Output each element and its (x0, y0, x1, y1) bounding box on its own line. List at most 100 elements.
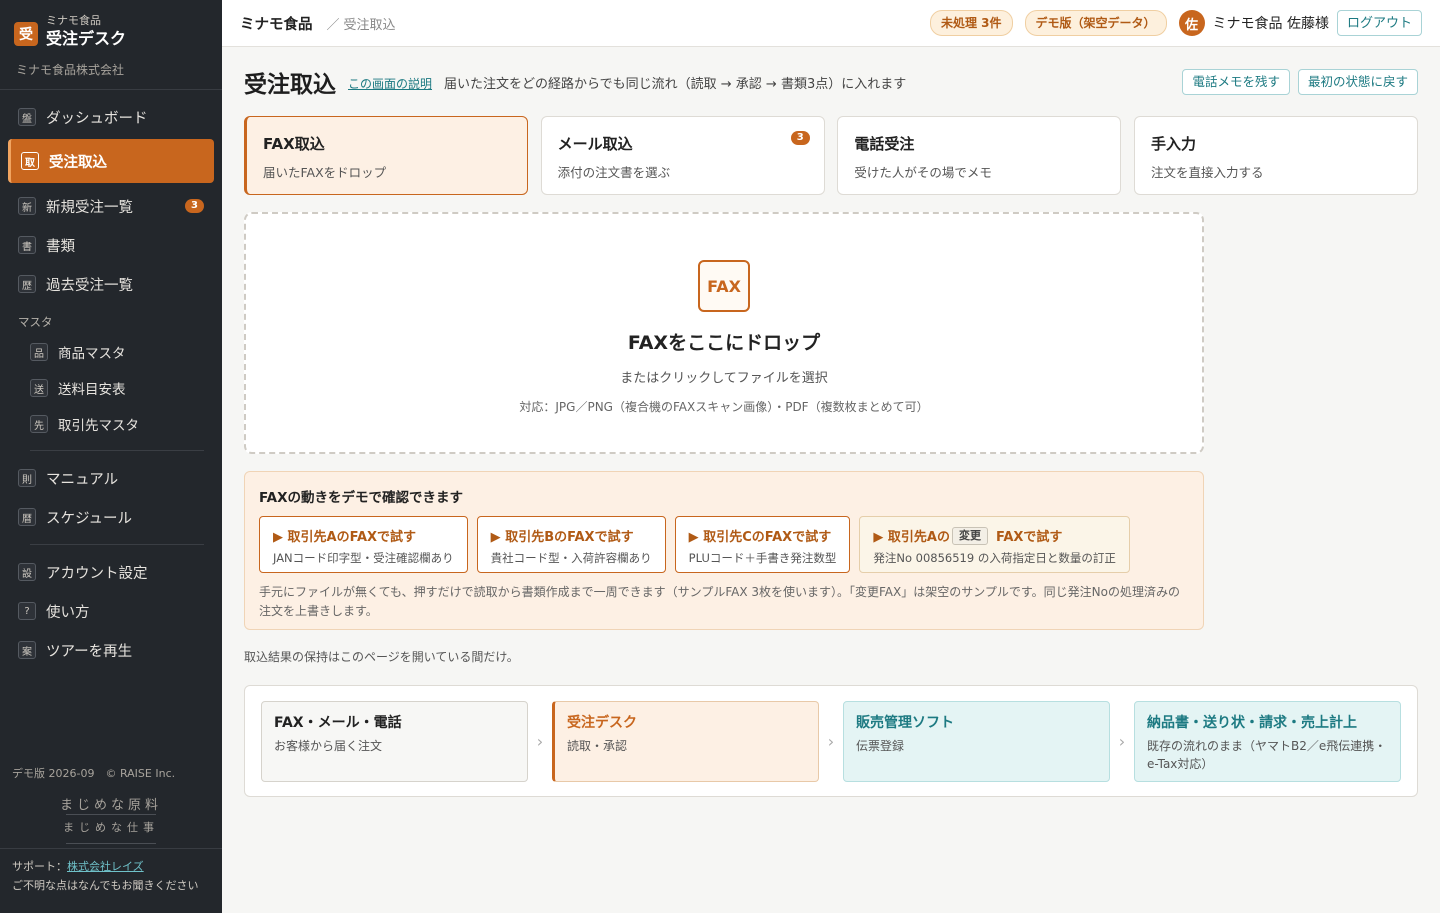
sidebar-item-label: 使い方 (46, 604, 90, 621)
sidebar-item-client-master[interactable]: 先 取引先マスタ (22, 406, 214, 442)
tab-email-import[interactable]: メール取込 添付の注文書を選ぶ 3 (540, 116, 825, 195)
chevron-right-icon: › (1118, 731, 1126, 751)
breadcrumb-root[interactable]: ミナモ食品 (240, 13, 313, 34)
demo-fax-a-change-button[interactable]: ▶ 取引先Aの 変更 FAXで試す 発注No 00856519 の入荷指定日と数… (859, 516, 1130, 573)
sidebar-item-order-import[interactable]: 取 受注取込 (8, 139, 214, 183)
sidebar-item-dashboard[interactable]: 盤 ダッシュボード (8, 98, 214, 136)
demo-button-subtitle: 貴社コード型・入荷許容欄あり (490, 551, 652, 565)
client-icon: 先 (30, 415, 48, 433)
tab-title: メール取込 (557, 135, 633, 153)
dropzone-subtitle: またはクリックしてファイルを選択 (620, 371, 828, 386)
dropzone-title: FAXをここにドロップ (627, 332, 821, 354)
breadcrumb-current: 受注取込 (343, 17, 396, 33)
sidebar-item-new-orders[interactable]: 新 新規受注一覧 3 (8, 187, 214, 225)
flow-step-subtitle: 読取・承認 (567, 738, 628, 753)
dropzone-formats-note: 対応：JPG／PNG（複合機のFAXスキャン画像）・PDF（複数枚まとめて可） (519, 400, 929, 414)
chevron-right-icon: › (827, 731, 835, 751)
demo-mode-badge: デモ版（架空データ） (1024, 10, 1167, 36)
flow-step-title: FAX・メール・電話 (274, 714, 402, 731)
sidebar-item-how-to[interactable]: ? 使い方 (8, 592, 214, 630)
sidebar-item-past-orders[interactable]: 歴 過去受注一覧 (8, 265, 214, 303)
email-count-badge: 3 (790, 131, 810, 145)
brand-small: ミナモ食品 (46, 14, 101, 27)
phone-memo-button[interactable]: 電話メモを残す (1182, 69, 1290, 95)
support-link[interactable]: 株式会社レイズ (67, 860, 144, 873)
workflow-diagram: FAX・メール・電話 お客様から届く注文 › 受注デスク 読取・承認 › 販売管… (244, 685, 1418, 797)
demo-button-subtitle: JANコード印字型・受注確認欄あり (273, 551, 454, 565)
calendar-icon: 暦 (18, 508, 36, 526)
avatar: 佐 (1178, 10, 1205, 36)
flow-step-subtitle: 既存の流れのまま（ヤマトB2／e飛伝連携・e-Tax対応） (1147, 738, 1387, 771)
sidebar-item-label: 商品マスタ (58, 346, 126, 362)
logout-button[interactable]: ログアウト (1336, 10, 1422, 36)
demo-fax-b-button[interactable]: ▶ 取引先BのFAXで試す 貴社コード型・入荷許容欄あり (476, 516, 666, 573)
sidebar-item-label: 新規受注一覧 (46, 199, 133, 216)
tab-subtitle: 添付の注文書を選ぶ (557, 165, 671, 180)
demo-button-subtitle: PLUコード＋手書き発注数型 (688, 551, 837, 565)
motto-line-2: まじめな仕事 (63, 821, 159, 834)
tab-phone-order[interactable]: 電話受注 受けた人がその場でメモ (837, 116, 1122, 195)
import-icon: 取 (21, 152, 39, 170)
demo-version-line: デモ版 2026-09 © RAISE Inc. (12, 767, 176, 780)
tab-subtitle: 届いたFAXをドロップ (263, 165, 387, 180)
demo-fax-a-button[interactable]: ▶ 取引先AのFAXで試す JANコード印字型・受注確認欄あり (259, 516, 468, 573)
manual-icon: 則 (18, 469, 36, 487)
chevron-right-icon: › (536, 731, 544, 751)
sidebar-item-label: 書類 (46, 238, 75, 255)
reset-button[interactable]: 最初の状態に戻す (1297, 69, 1418, 95)
demo-panel-title: FAXの動きをデモで確認できます (259, 490, 464, 506)
tab-subtitle: 注文を直接入力する (1150, 165, 1264, 180)
sidebar-item-label: ツアーを再生 (46, 643, 133, 660)
motto-line-1: まじめな原料 (59, 798, 162, 813)
flow-step-channels: FAX・メール・電話 お客様から届く注文 (261, 700, 528, 782)
demo-button-title: ▶ 取引先AのFAXで試す (273, 530, 417, 545)
dashboard-icon: 盤 (18, 108, 36, 126)
sidebar-item-label: 取引先マスタ (58, 418, 139, 434)
sidebar-item-documents[interactable]: 書 書類 (8, 226, 214, 264)
brand-name: 受注デスク (46, 29, 127, 48)
tab-fax-import[interactable]: FAX取込 届いたFAXをドロップ (244, 116, 528, 195)
change-tag: 変更 (951, 526, 988, 545)
sidebar-item-shipping-table[interactable]: 送 送料目安表 (22, 370, 214, 406)
flow-step-subtitle: 伝票登録 (856, 738, 905, 753)
breadcrumb-separator: ／ (326, 17, 340, 33)
pending-count-badge[interactable]: 未処理 3件 (929, 10, 1013, 36)
sidebar-item-replay-tour[interactable]: 案 ツアーを再生 (8, 631, 214, 669)
flow-step-title: 販売管理ソフト (856, 714, 954, 731)
support-note: ご不明な点はなんでもお聞きください (12, 879, 199, 892)
sidebar-item-product-master[interactable]: 品 商品マスタ (22, 334, 214, 370)
flow-step-title: 受注デスク (567, 714, 637, 731)
help-link[interactable]: この画面の説明 (348, 75, 432, 92)
sidebar-item-schedule[interactable]: 暦 スケジュール (8, 498, 214, 536)
sidebar-item-label: 受注取込 (49, 154, 107, 171)
demo-button-subtitle: 発注No 00856519 の入荷指定日と数量の訂正 (873, 551, 1116, 565)
page-description: 届いた注文をどの経路からでも同じ流れ（読取 → 承認 → 書類3点）に入れます (444, 77, 907, 92)
sidebar-item-account-settings[interactable]: 設 アカウント設定 (8, 553, 214, 591)
demo-button-title-post: FAXで試す (995, 530, 1063, 545)
product-icon: 品 (30, 343, 48, 361)
sidebar-item-label: アカウント設定 (46, 565, 148, 582)
brand-logo: 受 (14, 22, 38, 46)
sidebar-nav: 盤 ダッシュボード 取 受注取込 新 新規受注一覧 3 書 書類 歴 過去受注一… (0, 90, 222, 669)
page-title: 受注取込 (244, 72, 336, 98)
tab-title: FAX取込 (263, 135, 325, 153)
flow-step-subtitle: お客様から届く注文 (274, 738, 383, 753)
documents-icon: 書 (18, 236, 36, 254)
tab-title: 電話受注 (854, 135, 915, 153)
company-name: ミナモ食品株式会社 (0, 60, 222, 90)
sidebar-item-manual[interactable]: 則 マニュアル (8, 459, 214, 497)
tour-icon: 案 (18, 641, 36, 659)
user-name: ミナモ食品 佐藤様 (1212, 16, 1329, 32)
flow-step-order-desk: 受注デスク 読取・承認 (552, 700, 819, 782)
settings-icon: 設 (18, 563, 36, 581)
sidebar-item-label: マニュアル (46, 471, 119, 488)
tab-manual-entry[interactable]: 手入力 注文を直接入力する (1133, 116, 1418, 195)
flow-step-sales-software: 販売管理ソフト 伝票登録 (843, 700, 1110, 782)
main-content: 受注取込 この画面の説明 届いた注文をどの経路からでも同じ流れ（読取 → 承認 … (244, 48, 1418, 797)
divider (66, 843, 156, 844)
demo-note: 手元にファイルが無くても、押すだけで読取から書類作成まで一周できます（サンプルF… (259, 585, 1180, 618)
demo-fax-c-button[interactable]: ▶ 取引先CのFAXで試す PLUコード＋手書き発注数型 (674, 516, 851, 573)
new-orders-count-badge: 3 (185, 199, 204, 213)
fax-dropzone[interactable]: FAX FAXをここにドロップ またはクリックしてファイルを選択 対応：JPG／… (244, 212, 1204, 454)
demo-button-title-pre: ▶ 取引先Aの (873, 530, 950, 545)
